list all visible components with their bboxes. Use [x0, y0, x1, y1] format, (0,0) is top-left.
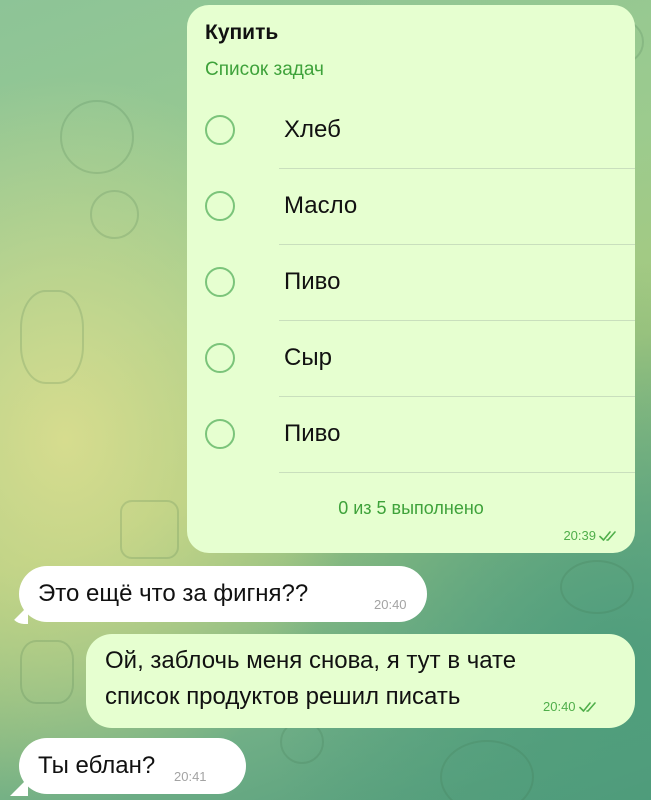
message-text-line1: Ой, заблочь меня снова, я тут в чате	[105, 647, 517, 674]
doodle-decoration	[20, 640, 74, 704]
incoming-message[interactable]: Это ещё что за фигня?? 20:40	[19, 566, 427, 622]
message-time-label: 20:41	[174, 769, 207, 784]
message-time-label: 20:40	[374, 597, 407, 612]
message-time: 20:41	[174, 769, 207, 784]
checklist-message[interactable]: Купить Список задач Хлеб Масло Пиво Сыр …	[187, 5, 635, 553]
item-divider	[279, 472, 635, 473]
message-text: Ты еблан?	[38, 752, 156, 779]
checklist-item[interactable]: Хлеб	[187, 93, 635, 169]
checklist-title: Купить	[205, 21, 279, 44]
doodle-decoration	[60, 100, 134, 174]
empty-circle-icon[interactable]	[205, 115, 235, 145]
checklist-progress: 0 из 5 выполнено	[338, 498, 484, 518]
double-check-icon	[599, 530, 619, 542]
checklist-item-label: Пиво	[284, 268, 341, 295]
doodle-decoration	[560, 560, 634, 614]
checklist-item[interactable]: Пиво	[187, 397, 635, 473]
message-time: 20:40	[374, 597, 407, 612]
checklist-item[interactable]: Масло	[187, 169, 635, 245]
checklist-item-label: Масло	[284, 192, 358, 219]
checklist-item[interactable]: Пиво	[187, 245, 635, 321]
checklist-item-label: Хлеб	[284, 116, 341, 143]
outgoing-message[interactable]: Ой, заблочь меня снова, я тут в чате спи…	[86, 634, 635, 728]
double-check-icon	[578, 701, 599, 713]
message-time: 20:40	[543, 699, 576, 714]
message-time: 20:39	[563, 528, 596, 543]
doodle-decoration	[440, 740, 534, 800]
checklist-subtitle: Список задач	[205, 59, 324, 80]
message-text: Это ещё что за фигня??	[38, 580, 309, 607]
doodle-decoration	[20, 290, 84, 384]
doodle-decoration	[120, 500, 179, 559]
message-text-line2: список продуктов решил писать	[105, 683, 461, 710]
checklist-item-label: Пиво	[284, 420, 341, 447]
message-meta: 20:40	[543, 699, 599, 714]
doodle-decoration	[90, 190, 139, 239]
checklist-item-label: Сыр	[284, 344, 332, 371]
empty-circle-icon[interactable]	[205, 267, 235, 297]
message-meta: 20:39	[563, 528, 619, 543]
empty-circle-icon[interactable]	[205, 419, 235, 449]
checklist-item[interactable]: Сыр	[187, 321, 635, 397]
empty-circle-icon[interactable]	[205, 191, 235, 221]
empty-circle-icon[interactable]	[205, 343, 235, 373]
incoming-message[interactable]: Ты еблан? 20:41	[19, 738, 246, 794]
